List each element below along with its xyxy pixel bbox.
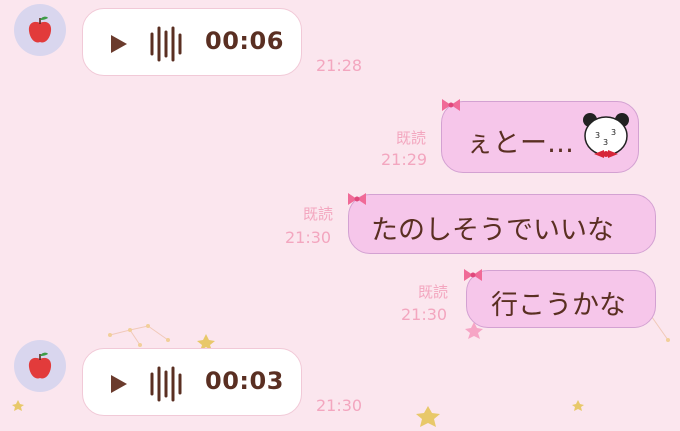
bow-decoration: [464, 269, 482, 281]
panda-sticker[interactable]: 3 3 3: [580, 108, 632, 160]
waveform-icon: [150, 366, 182, 402]
message-text: 行こうかな: [491, 290, 626, 321]
apple-icon: [28, 16, 52, 43]
svg-text:3: 3: [595, 131, 600, 140]
message-text: たのしそうでいいな: [371, 215, 614, 246]
svg-text:3: 3: [603, 138, 608, 147]
message-time: 21:28: [316, 56, 363, 75]
read-receipt: 既読: [396, 129, 427, 147]
voice-duration: 00:06: [205, 27, 284, 55]
voice-duration: 00:03: [205, 367, 284, 395]
read-receipt: 既読: [418, 283, 449, 301]
waveform-icon: [150, 26, 182, 62]
message-bubble[interactable]: ぇとー… 3 3 3: [441, 101, 639, 173]
bow-decoration: [442, 99, 460, 111]
voice-message-bubble[interactable]: 00:06: [82, 8, 302, 76]
read-receipt: 既読: [303, 205, 334, 223]
message-time: 21:30: [401, 305, 448, 324]
play-icon[interactable]: [111, 35, 127, 53]
message-time: 21:30: [285, 228, 332, 247]
bow-decoration: [348, 193, 366, 205]
message-text: ぇとー…: [466, 128, 574, 159]
avatar[interactable]: [14, 340, 66, 392]
voice-message-bubble[interactable]: 00:03: [82, 348, 302, 416]
message-bubble[interactable]: 行こうかな: [466, 270, 656, 328]
message-bubble[interactable]: たのしそうでいいな: [348, 194, 656, 254]
avatar[interactable]: [14, 4, 66, 56]
message-time: 21:30: [316, 396, 363, 415]
svg-text:3: 3: [611, 128, 616, 137]
apple-icon: [28, 352, 52, 379]
play-icon[interactable]: [111, 375, 127, 393]
message-time: 21:29: [381, 150, 428, 169]
